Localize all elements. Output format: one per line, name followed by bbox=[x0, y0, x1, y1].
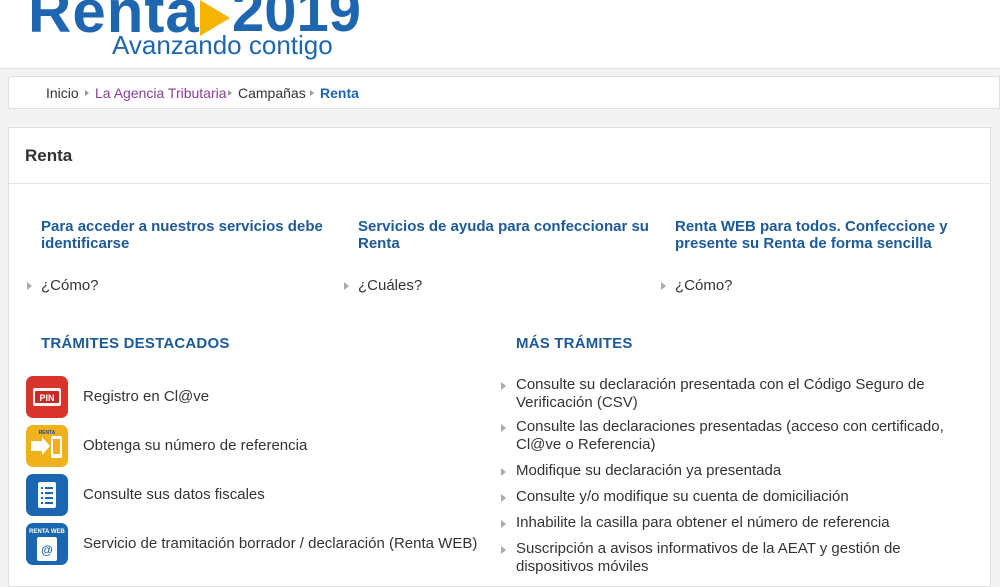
arrow-right-icon bbox=[501, 494, 506, 502]
tramites-destacados-heading: TRÁMITES DESTACADOS bbox=[41, 335, 230, 352]
arrow-right-icon bbox=[661, 282, 666, 290]
mas-tramite-label: Suscripción a avisos informativos de la … bbox=[516, 540, 901, 575]
mas-tramite-label: Modifique su declaración ya presentada bbox=[516, 462, 782, 479]
logo-subtitle: Avanzando contigo bbox=[112, 30, 333, 60]
renta-web-icon-text: RENTA WEB bbox=[29, 529, 65, 535]
breadcrumb-chevron-icon bbox=[310, 90, 314, 96]
mas-tramite-item[interactable]: Suscripción a avisos informativos de la … bbox=[501, 540, 966, 576]
renta-panel: Renta Para acceder a nuestros servicios … bbox=[8, 127, 991, 587]
breadcrumb-agencia[interactable]: La Agencia Tributaria bbox=[95, 85, 227, 101]
arrow-right-icon bbox=[344, 282, 349, 290]
arrow-right-icon bbox=[27, 282, 32, 290]
arrow-right-icon bbox=[501, 424, 506, 432]
document-list-icon bbox=[26, 474, 68, 516]
arrow-right-icon bbox=[501, 468, 506, 476]
mas-tramite-item[interactable]: Modifique su declaración ya presentada bbox=[501, 462, 966, 480]
page-title: Renta bbox=[25, 146, 73, 165]
tramite-label: Consulte sus datos fiscales bbox=[83, 486, 265, 503]
site-header: Renta 2019 Avanzando contigo bbox=[0, 0, 1000, 69]
tramite-label: Registro en Cl@ve bbox=[83, 388, 210, 405]
breadcrumb-chevron-icon bbox=[85, 90, 89, 96]
pin-icon-text: PIN bbox=[39, 393, 54, 403]
link-cuales-ayuda[interactable]: ¿Cuáles? bbox=[358, 277, 422, 294]
mas-tramite-item[interactable]: Consulte su declaración presentada con e… bbox=[501, 376, 966, 412]
breadcrumb-chevron-icon bbox=[228, 90, 232, 96]
arrow-right-icon bbox=[501, 382, 506, 390]
pin-card-icon: PIN bbox=[26, 376, 68, 418]
mas-tramite-item[interactable]: Consulte y/o modifique su cuenta de domi… bbox=[501, 488, 966, 506]
renta-web-icon: RENTA WEB @ bbox=[26, 523, 68, 565]
mas-tramites-heading: MÁS TRÁMITES bbox=[516, 335, 633, 352]
mas-tramite-item[interactable]: Consulte las declaraciones presentadas (… bbox=[501, 418, 966, 454]
column-heading-renta-web: Renta WEB para todos. Confeccione y pres… bbox=[675, 218, 948, 252]
mas-tramite-label: Consulte las declaraciones presentadas (… bbox=[516, 418, 944, 453]
renta-icon-text: RENTA bbox=[39, 430, 56, 436]
renta-phone-icon: RENTA bbox=[26, 425, 68, 467]
divider bbox=[9, 183, 990, 184]
link-como-identificarse[interactable]: ¿Cómo? bbox=[41, 277, 99, 294]
link-como-renta-web[interactable]: ¿Cómo? bbox=[675, 277, 733, 294]
mas-tramite-label: Consulte y/o modifique su cuenta de domi… bbox=[516, 488, 849, 505]
arrow-right-icon bbox=[501, 546, 506, 554]
breadcrumb: Inicio La Agencia Tributaria Campañas Re… bbox=[8, 76, 1000, 109]
breadcrumb-inicio[interactable]: Inicio bbox=[46, 85, 79, 101]
column-heading-identificarse: Para acceder a nuestros servicios debe i… bbox=[41, 218, 323, 252]
svg-text:@: @ bbox=[41, 543, 53, 557]
breadcrumb-current: Renta bbox=[320, 85, 359, 101]
mas-tramite-label: Inhabilite la casilla para obtener el nú… bbox=[516, 514, 890, 531]
tramite-label: Servicio de tramitación borrador / decla… bbox=[83, 535, 478, 552]
column-heading-ayuda: Servicios de ayuda para confeccionar su … bbox=[358, 218, 649, 252]
arrow-right-icon bbox=[501, 520, 506, 528]
tramite-label: Obtenga su número de referencia bbox=[83, 437, 308, 454]
mas-tramite-item[interactable]: Inhabilite la casilla para obtener el nú… bbox=[501, 514, 966, 532]
mas-tramite-label: Consulte su declaración presentada con e… bbox=[516, 376, 925, 411]
breadcrumb-campanas[interactable]: Campañas bbox=[238, 85, 306, 101]
